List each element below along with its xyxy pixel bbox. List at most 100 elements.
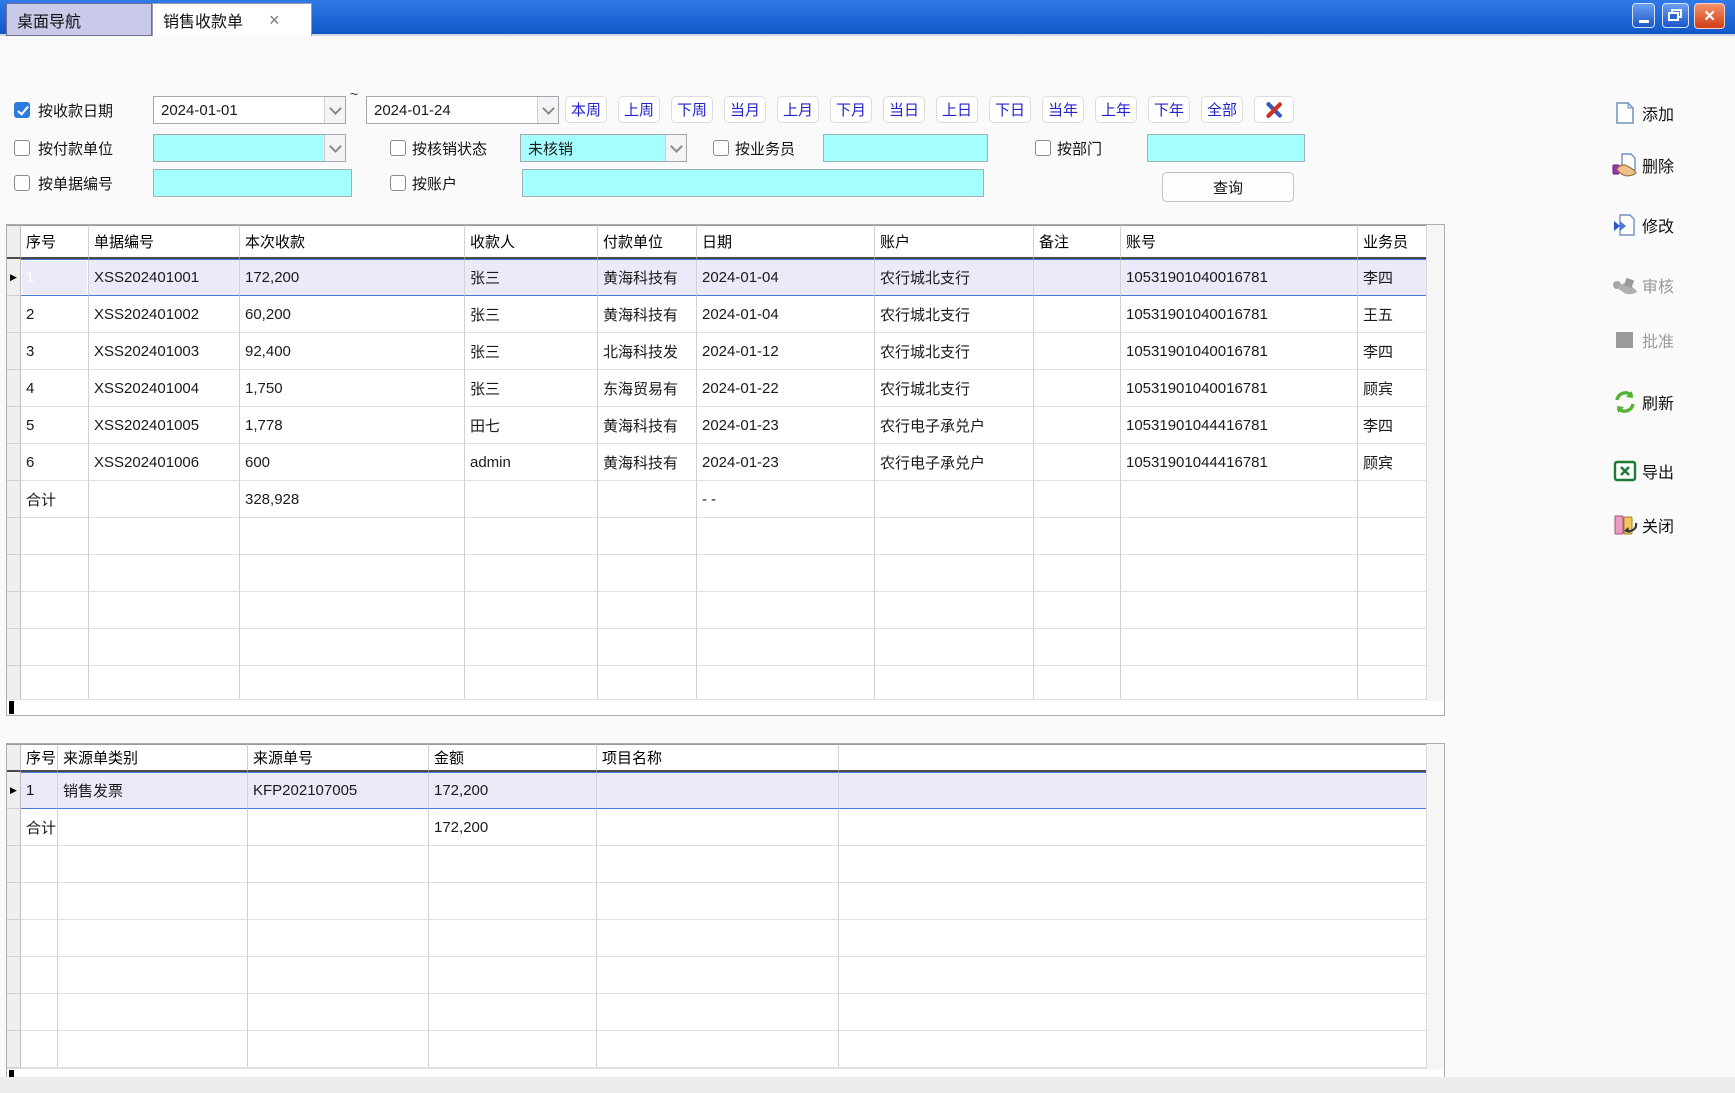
- salesman-filter-input[interactable]: [823, 134, 988, 162]
- receipts-cell-4-2[interactable]: 1,778: [240, 407, 465, 444]
- receipts-row-1[interactable]: 2XSS20240100260,200张三黄海科技有2024-01-04农行城北…: [7, 296, 1428, 333]
- toolbar-export-button[interactable]: 导出: [1612, 458, 1674, 484]
- chevron-down-icon[interactable]: [665, 135, 686, 161]
- quick-range-button-7[interactable]: 上日: [936, 96, 978, 123]
- receipts-table-hscroll-thumb[interactable]: [9, 701, 14, 714]
- receipts-cell-3-9[interactable]: 顾宾: [1358, 370, 1428, 407]
- receipts-column-header-5[interactable]: 日期: [697, 225, 875, 259]
- receipts-column-header-9[interactable]: 业务员: [1358, 225, 1428, 259]
- minimize-button[interactable]: [1632, 3, 1655, 28]
- receipts-cell-2-5[interactable]: 2024-01-12: [697, 333, 875, 370]
- receipts-cell-2-3[interactable]: 张三: [465, 333, 598, 370]
- receipts-cell-0-9[interactable]: 李四: [1358, 259, 1428, 296]
- toolbar-close-button[interactable]: 关闭: [1612, 512, 1674, 538]
- salesman-filter-checkbox[interactable]: [713, 140, 729, 156]
- source-cell-0-1[interactable]: 销售发票: [58, 772, 248, 809]
- custom-range-button[interactable]: [1254, 96, 1294, 123]
- receipts-cell-2-0[interactable]: 3: [21, 333, 89, 370]
- quick-range-button-5[interactable]: 下月: [830, 96, 872, 123]
- docno-filter-checkbox[interactable]: [14, 175, 30, 191]
- payer-filter-checkbox[interactable]: [14, 140, 30, 156]
- toolbar-modify-button[interactable]: 修改: [1612, 212, 1674, 238]
- source-cell-0-2[interactable]: KFP202107005: [248, 772, 429, 809]
- receipts-cell-5-5[interactable]: 2024-01-23: [697, 444, 875, 481]
- receipts-cell-3-5[interactable]: 2024-01-22: [697, 370, 875, 407]
- receipts-cell-2-4[interactable]: 北海科技发: [598, 333, 697, 370]
- quick-range-button-0[interactable]: 本周: [565, 96, 607, 123]
- restore-button[interactable]: [1662, 3, 1689, 28]
- receipts-cell-0-3[interactable]: 张三: [465, 259, 598, 296]
- source-column-header-1[interactable]: 来源单类别: [58, 744, 248, 772]
- receipts-table-vscrollbar[interactable]: [1426, 225, 1444, 701]
- query-button[interactable]: 查询: [1162, 172, 1294, 202]
- source-cell-0-4[interactable]: [597, 772, 839, 809]
- receipts-cell-5-6[interactable]: 农行电子承兑户: [875, 444, 1034, 481]
- receipts-cell-1-1[interactable]: XSS202401002: [89, 296, 240, 333]
- receipts-cell-4-8[interactable]: 10531901044416781: [1121, 407, 1358, 444]
- quick-range-button-12[interactable]: 全部: [1201, 96, 1243, 123]
- receipts-cell-1-3[interactable]: 张三: [465, 296, 598, 333]
- close-button[interactable]: ×: [1694, 3, 1725, 29]
- source-cell-0-0[interactable]: 1: [21, 772, 58, 809]
- receipts-cell-4-7[interactable]: [1034, 407, 1121, 444]
- receipts-cell-4-1[interactable]: XSS202401005: [89, 407, 240, 444]
- source-cell-0-5[interactable]: [839, 772, 1428, 809]
- quick-range-button-8[interactable]: 下日: [989, 96, 1031, 123]
- source-row-0[interactable]: ▶1销售发票KFP202107005172,200: [7, 772, 1428, 809]
- source-docs-table-vscrollbar[interactable]: [1426, 744, 1444, 1070]
- receipts-cell-2-1[interactable]: XSS202401003: [89, 333, 240, 370]
- receipts-cell-3-0[interactable]: 4: [21, 370, 89, 407]
- source-cell-0-3[interactable]: 172,200: [429, 772, 597, 809]
- receipts-row-5[interactable]: 6XSS202401006600admin黄海科技有2024-01-23农行电子…: [7, 444, 1428, 481]
- receipts-column-header-6[interactable]: 账户: [875, 225, 1034, 259]
- quick-range-button-1[interactable]: 上周: [618, 96, 660, 123]
- receipts-cell-3-1[interactable]: XSS202401004: [89, 370, 240, 407]
- receipts-cell-5-7[interactable]: [1034, 444, 1121, 481]
- toolbar-add-button[interactable]: 添加: [1612, 100, 1674, 126]
- receipts-cell-5-9[interactable]: 顾宾: [1358, 444, 1428, 481]
- receipts-column-header-8[interactable]: 账号: [1121, 225, 1358, 259]
- quick-range-button-9[interactable]: 当年: [1042, 96, 1084, 123]
- receipts-cell-1-0[interactable]: 2: [21, 296, 89, 333]
- source-column-header-3[interactable]: 金额: [429, 744, 597, 772]
- tab-sales-receipt[interactable]: 销售收款单 ×: [152, 3, 312, 36]
- receipts-row-4[interactable]: 5XSS2024010051,778田七黄海科技有2024-01-23农行电子承…: [7, 407, 1428, 444]
- receipts-cell-4-9[interactable]: 李四: [1358, 407, 1428, 444]
- receipts-column-header-3[interactable]: 收款人: [465, 225, 598, 259]
- docno-filter-input[interactable]: [153, 169, 352, 197]
- toolbar-refresh-button[interactable]: 刷新: [1612, 389, 1674, 415]
- receipts-cell-5-8[interactable]: 10531901044416781: [1121, 444, 1358, 481]
- chevron-down-icon[interactable]: [324, 97, 345, 123]
- dept-filter-input[interactable]: [1147, 134, 1305, 162]
- date-from-select[interactable]: 2024-01-01: [153, 96, 346, 124]
- source-column-header-0[interactable]: 序号: [21, 744, 58, 772]
- date-filter-checkbox[interactable]: [14, 102, 30, 118]
- receipts-column-header-1[interactable]: 单据编号: [89, 225, 240, 259]
- receipts-row-2[interactable]: 3XSS20240100392,400张三北海科技发2024-01-12农行城北…: [7, 333, 1428, 370]
- source-column-header-4[interactable]: 项目名称: [597, 744, 839, 772]
- receipts-cell-4-4[interactable]: 黄海科技有: [598, 407, 697, 444]
- receipts-cell-4-5[interactable]: 2024-01-23: [697, 407, 875, 444]
- receipts-cell-4-0[interactable]: 5: [21, 407, 89, 444]
- receipts-cell-0-4[interactable]: 黄海科技有: [598, 259, 697, 296]
- receipts-cell-2-2[interactable]: 92,400: [240, 333, 465, 370]
- receipts-cell-3-7[interactable]: [1034, 370, 1121, 407]
- account-filter-checkbox[interactable]: [390, 175, 406, 191]
- receipts-cell-3-8[interactable]: 10531901040016781: [1121, 370, 1358, 407]
- receipts-cell-5-1[interactable]: XSS202401006: [89, 444, 240, 481]
- receipts-row-3[interactable]: 4XSS2024010041,750张三东海贸易有2024-01-22农行城北支…: [7, 370, 1428, 407]
- receipts-cell-0-7[interactable]: [1034, 259, 1121, 296]
- receipts-cell-0-6[interactable]: 农行城北支行: [875, 259, 1034, 296]
- tab-desktop-nav[interactable]: 桌面导航: [6, 3, 152, 36]
- date-to-select[interactable]: 2024-01-24: [366, 96, 559, 124]
- receipts-cell-2-6[interactable]: 农行城北支行: [875, 333, 1034, 370]
- verify-status-select[interactable]: 未核销: [520, 134, 687, 162]
- receipts-column-header-0[interactable]: 序号: [21, 225, 89, 259]
- account-filter-input[interactable]: [522, 169, 984, 197]
- receipts-cell-0-1[interactable]: XSS202401001: [89, 259, 240, 296]
- receipts-cell-3-4[interactable]: 东海贸易有: [598, 370, 697, 407]
- quick-range-button-10[interactable]: 上年: [1095, 96, 1137, 123]
- receipts-cell-1-2[interactable]: 60,200: [240, 296, 465, 333]
- receipts-cell-3-3[interactable]: 张三: [465, 370, 598, 407]
- receipts-cell-1-9[interactable]: 王五: [1358, 296, 1428, 333]
